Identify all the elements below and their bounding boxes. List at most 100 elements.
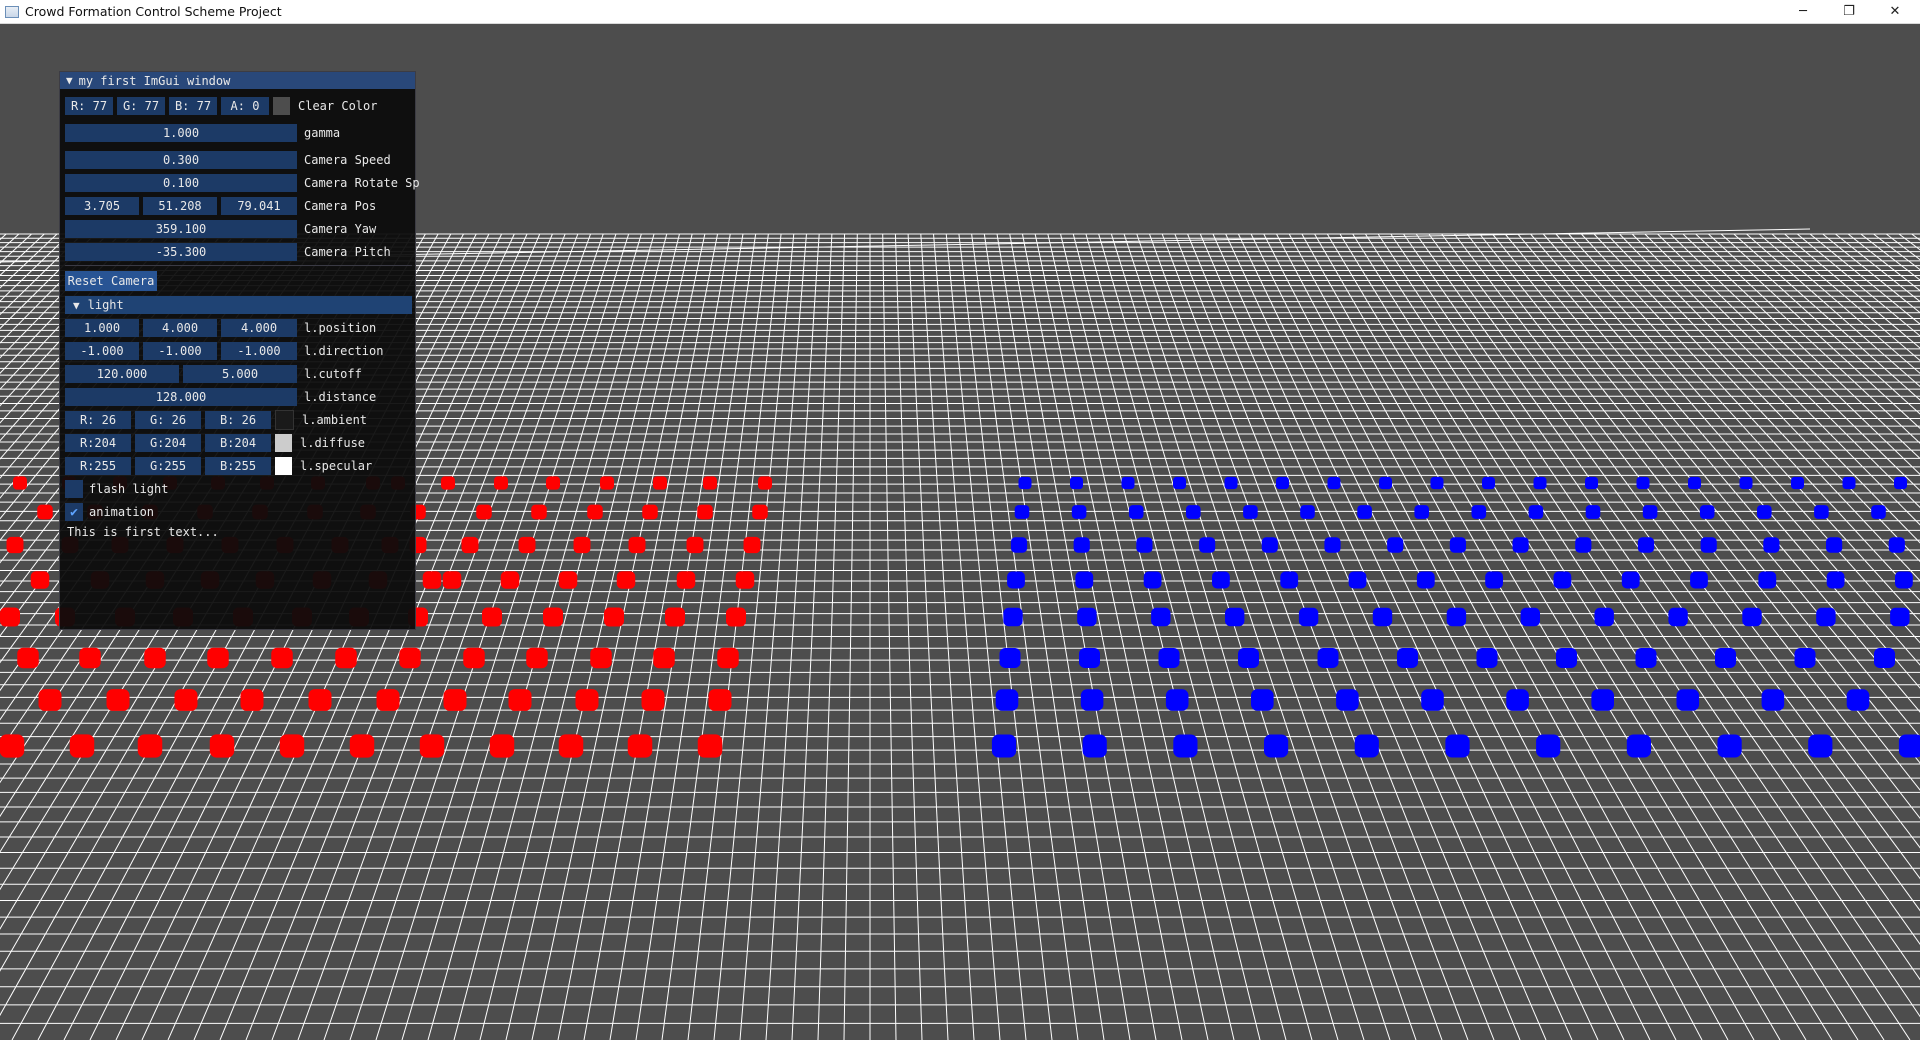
flash-light-label: flash light [89,482,169,496]
red-agent [349,734,375,758]
blue-agent [1354,734,1379,758]
blue-agent [1700,537,1717,553]
red-agent [665,607,685,627]
info-text: This is first text... [67,525,219,539]
light-direction-x[interactable]: -1.000 [65,342,139,360]
blue-agent [1243,505,1258,519]
camera-rotate-slider[interactable]: 0.100 [65,174,297,192]
light-diffuse-g[interactable]: G:204 [135,434,201,452]
red-agent [482,607,502,627]
light-cutoff-inner[interactable]: 120.000 [65,365,179,383]
flash-light-checkbox[interactable] [65,480,83,498]
blue-agent [1585,505,1601,519]
blue-agent [1636,476,1650,490]
light-cutoff-outer[interactable]: 5.000 [183,365,297,383]
red-agent [717,647,739,669]
camera-pos-y[interactable]: 51.208 [143,197,217,215]
blue-agent [1143,571,1162,589]
blue-agent [1585,476,1598,490]
light-distance-slider[interactable]: 128.000 [65,388,297,406]
camera-speed-label: Camera Speed [304,153,391,167]
red-agent [476,504,492,520]
camera-pitch-row: -35.300 Camera Pitch [65,242,391,262]
blue-agent [991,734,1017,758]
blue-agent [1445,734,1470,758]
red-agent [546,476,560,490]
red-agent [442,571,462,589]
animation-row: ✔ animation [65,502,154,522]
clear-color-swatch[interactable] [273,97,290,115]
red-agent [726,607,746,627]
blue-agent [1379,476,1392,490]
light-cutoff-row: 120.000 5.000 l.cutoff [65,364,362,384]
red-agent [443,689,467,711]
red-agent [494,476,508,490]
clear-color-a[interactable]: A: 0 [221,97,269,115]
restore-icon[interactable]: ❐ [1826,0,1872,23]
light-position-z[interactable]: 4.000 [221,319,297,337]
blue-agent [1082,734,1107,758]
light-position-row: 1.000 4.000 4.000 l.position [65,318,376,338]
light-cutoff-label: l.cutoff [304,367,362,381]
imgui-title-bar[interactable]: ▼ my first ImGui window [60,72,415,89]
red-agent [13,476,27,490]
close-icon[interactable]: ✕ [1872,0,1918,23]
blue-agent [1626,734,1651,758]
light-specular-g[interactable]: G:255 [135,457,201,475]
light-specular-swatch[interactable] [275,457,292,475]
clear-color-r[interactable]: R: 77 [65,97,113,115]
gamma-row: 1.000 gamma [65,123,340,143]
camera-pitch-slider[interactable]: -35.300 [65,243,297,261]
light-ambient-swatch[interactable] [275,410,294,430]
camera-yaw-slider[interactable]: 359.100 [65,220,297,238]
blue-agent [1871,505,1886,519]
red-agent [6,536,24,554]
red-agent [463,647,485,669]
blue-agent [1814,505,1829,519]
light-direction-y[interactable]: -1.000 [143,342,217,360]
collapse-arrow-icon[interactable]: ▼ [66,74,73,87]
light-direction-z[interactable]: -1.000 [221,342,297,360]
red-agent [703,476,717,490]
light-position-y[interactable]: 4.000 [143,319,217,337]
blue-agent [1298,607,1319,627]
blue-agent [1533,476,1547,490]
red-agent [335,647,357,669]
blue-agent [1471,505,1487,519]
red-agent [752,504,768,520]
blue-agent [1591,689,1614,711]
red-agent [207,647,229,669]
blue-agent [1186,505,1201,519]
blue-agent [1742,607,1762,627]
blue-agent [1199,537,1216,553]
imgui-panel[interactable]: ▼ my first ImGui window R: 77 G: 77 B: 7… [59,71,420,630]
animation-checkbox[interactable]: ✔ [65,503,83,521]
light-diffuse-swatch[interactable] [275,434,292,452]
light-ambient-g[interactable]: G: 26 [135,411,201,429]
camera-speed-slider[interactable]: 0.300 [65,151,297,169]
light-collapsing-header[interactable]: ▼ light [65,296,412,314]
red-agent [489,734,515,758]
blue-agent [1621,571,1640,589]
light-specular-b[interactable]: B:255 [205,457,271,475]
light-diffuse-r[interactable]: R:204 [65,434,131,452]
blue-agent [1276,476,1289,490]
light-diffuse-b[interactable]: B:204 [205,434,271,452]
clear-color-g[interactable]: G: 77 [117,97,165,115]
camera-pos-x[interactable]: 3.705 [65,197,139,215]
minimize-icon[interactable]: ─ [1780,0,1826,23]
light-expand-arrow-icon[interactable]: ▼ [73,299,80,312]
blue-agent [1158,648,1180,668]
light-ambient-label: l.ambient [302,413,368,427]
gamma-slider[interactable]: 1.000 [65,124,297,142]
light-position-x[interactable]: 1.000 [65,319,139,337]
reset-camera-button[interactable]: Reset Camera [65,271,157,291]
light-ambient-r[interactable]: R: 26 [65,411,131,429]
clear-color-b[interactable]: B: 77 [169,97,217,115]
camera-pos-z[interactable]: 79.041 [221,197,297,215]
blue-agent [1007,571,1025,589]
blue-agent [1846,689,1870,711]
light-specular-r[interactable]: R:255 [65,457,131,475]
light-ambient-row: R: 26 G: 26 B: 26 l.ambient [65,410,367,430]
light-ambient-b[interactable]: B: 26 [205,411,271,429]
